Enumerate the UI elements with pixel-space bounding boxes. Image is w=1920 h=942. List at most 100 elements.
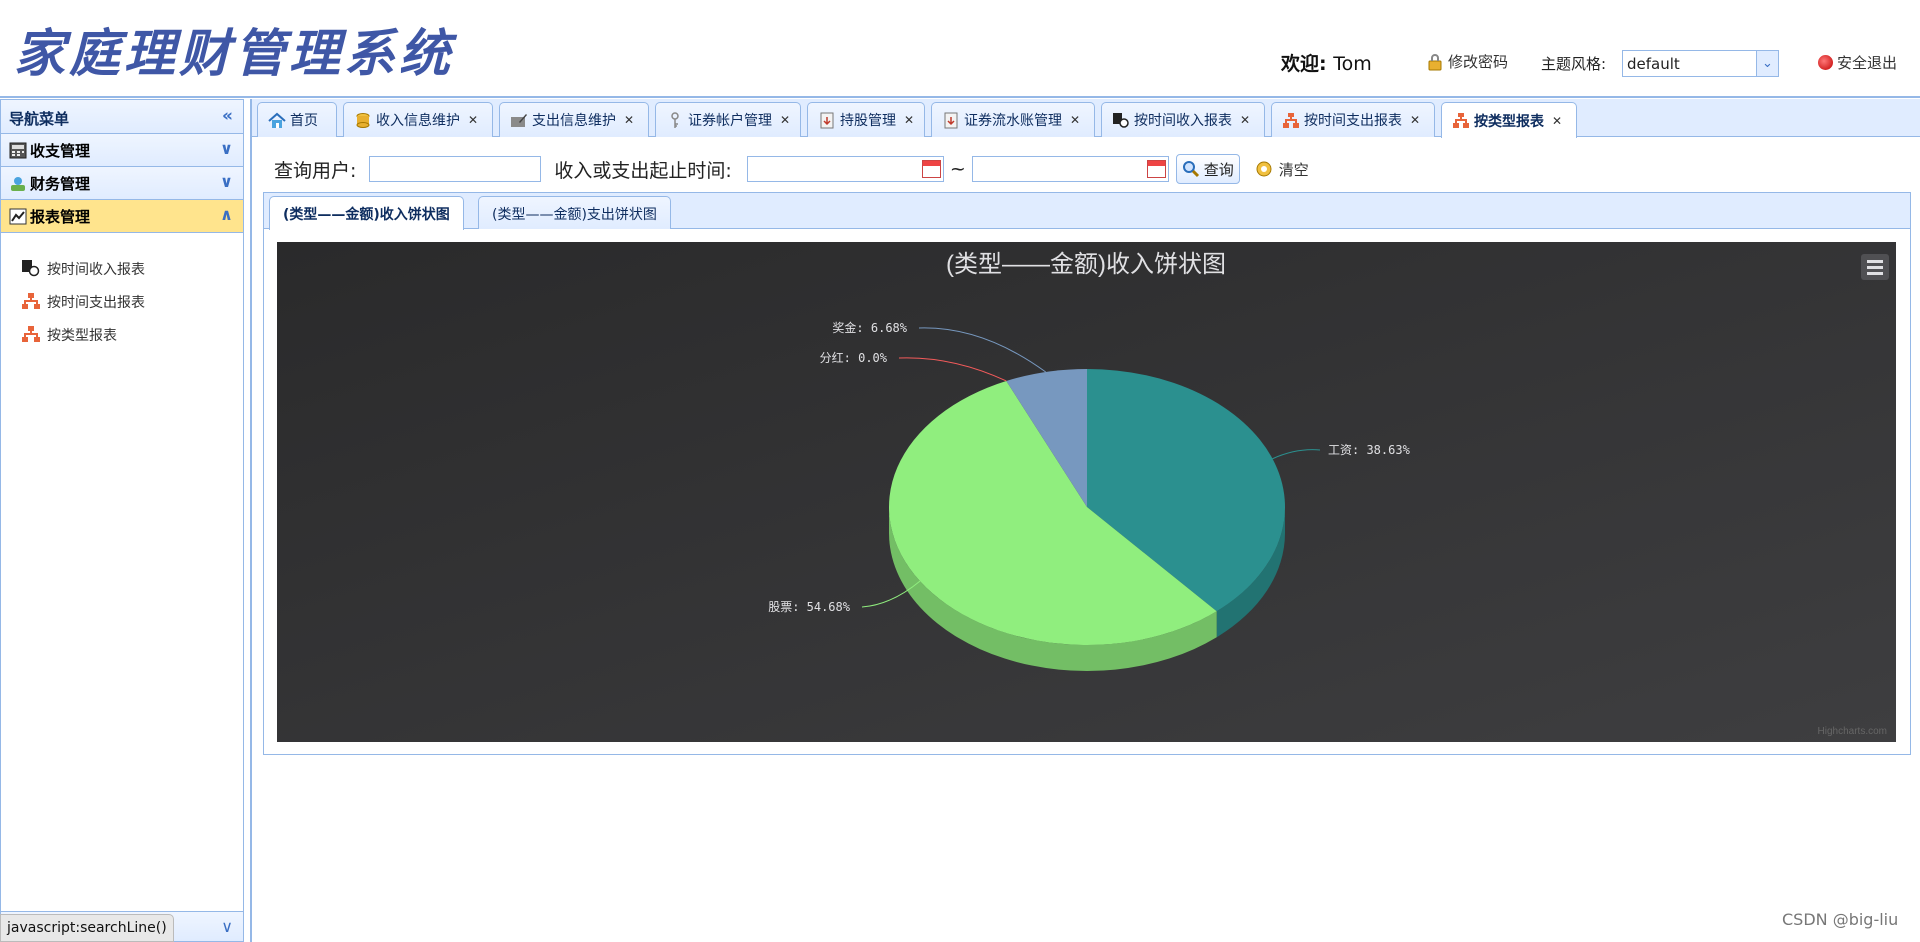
org-chart-icon bbox=[1453, 113, 1469, 128]
tab-label: 证券帐户管理 bbox=[688, 113, 772, 129]
document-icon bbox=[944, 112, 958, 128]
close-icon[interactable]: ✕ bbox=[1240, 113, 1250, 127]
tab-label: 收入信息维护 bbox=[376, 113, 460, 129]
welcome-label: 欢迎: bbox=[1281, 53, 1327, 75]
theme-select[interactable]: default ⌄ bbox=[1622, 50, 1779, 77]
sidebar-item-label: 按时间支出报表 bbox=[47, 294, 145, 311]
main-area: 首页 收入信息维护 ✕ 支出信息维护 ✕ 证券帐户管理 ✕ 持股管理 ✕ 证券流… bbox=[251, 99, 1920, 942]
home-icon bbox=[268, 112, 286, 128]
key-icon bbox=[671, 111, 679, 128]
tab-label: 持股管理 bbox=[840, 113, 896, 129]
main-tab-strip: 首页 收入信息维护 ✕ 支出信息维护 ✕ 证券帐户管理 ✕ 持股管理 ✕ 证券流… bbox=[252, 99, 1920, 138]
calendar-icon[interactable] bbox=[1146, 160, 1166, 178]
sidebar-section-income-expense[interactable]: 收支管理 ∨ bbox=[1, 134, 243, 167]
tab-by-type[interactable]: 按类型报表 ✕ bbox=[1441, 102, 1577, 138]
report-search-icon bbox=[22, 260, 40, 277]
chart-title: (类型——金额)收入饼状图 bbox=[946, 251, 1226, 278]
sidebar-section-label: 报表管理 bbox=[30, 207, 91, 226]
nav-title-label: 导航菜单 bbox=[9, 110, 70, 128]
pie-slices bbox=[888, 369, 1285, 646]
sidebar-item-label: 按时间收入报表 bbox=[47, 261, 145, 278]
layout-splitter[interactable] bbox=[244, 99, 251, 942]
tab-income-pie[interactable]: (类型——金额)收入饼状图 bbox=[269, 196, 464, 230]
logout-link[interactable]: 安全退出 bbox=[1818, 52, 1897, 73]
pie-label-1: 股票: 54.68% bbox=[768, 600, 851, 614]
coins-icon bbox=[356, 112, 370, 128]
org-chart-icon bbox=[22, 326, 40, 342]
app-header: 家庭理财管理系统 欢迎: Tom 修改密码 主题风格: default ⌄ 安全… bbox=[0, 0, 1920, 98]
folder-edit-icon bbox=[511, 113, 527, 127]
tab-home[interactable]: 首页 bbox=[257, 102, 337, 137]
chevron-double-down-icon: ∨ bbox=[220, 139, 233, 158]
sidebar-section-reports[interactable]: 报表管理 ∧ bbox=[1, 200, 243, 233]
context-menu-button[interactable] bbox=[1861, 254, 1889, 280]
logout-icon bbox=[1818, 55, 1833, 70]
report-search-icon bbox=[1113, 112, 1129, 128]
finance-icon bbox=[11, 176, 25, 191]
sidebar-item-by-type[interactable]: 按类型报表 bbox=[1, 318, 243, 351]
report-panel: (类型——金额)收入饼状图 (类型——金额)支出饼状图 (类型——金额)收入饼状… bbox=[263, 192, 1911, 755]
tab-securities-account[interactable]: 证券帐户管理 ✕ bbox=[655, 102, 801, 137]
chevron-double-down-icon: ∨ bbox=[220, 172, 233, 191]
sidebar-item-income-by-time[interactable]: 按时间收入报表 bbox=[1, 252, 243, 285]
tab-expense-pie[interactable]: (类型——金额)支出饼状图 bbox=[478, 196, 671, 229]
close-icon[interactable]: ✕ bbox=[624, 113, 634, 127]
tab-income-maintenance[interactable]: 收入信息维护 ✕ bbox=[343, 102, 493, 137]
chart-icon bbox=[9, 208, 27, 224]
user-label: 查询用户: bbox=[274, 159, 357, 182]
tab-holdings[interactable]: 持股管理 ✕ bbox=[807, 102, 925, 137]
clear-button-label: 清空 bbox=[1278, 160, 1309, 179]
tab-label: 证券流水账管理 bbox=[964, 113, 1062, 129]
inner-tab-strip: (类型——金额)收入饼状图 (类型——金额)支出饼状图 bbox=[264, 193, 1910, 230]
report-menu-list: 按时间收入报表 按时间支出报表 按类型报表 bbox=[1, 233, 243, 351]
lock-icon bbox=[1428, 53, 1442, 70]
query-button[interactable]: 查询 bbox=[1175, 154, 1240, 184]
clear-button[interactable]: 清空 bbox=[1250, 154, 1314, 184]
range-separator: ~ bbox=[949, 158, 966, 180]
query-button-label: 查询 bbox=[1203, 160, 1234, 179]
tab-label: 按时间收入报表 bbox=[1134, 113, 1232, 129]
chevron-double-up-icon: ∧ bbox=[220, 205, 233, 224]
calendar-icon[interactable] bbox=[921, 160, 941, 178]
logout-label: 安全退出 bbox=[1837, 54, 1898, 72]
pie-label-3: 奖金: 6.68% bbox=[832, 320, 907, 335]
search-icon bbox=[1182, 161, 1199, 178]
close-icon[interactable]: ✕ bbox=[468, 113, 478, 127]
chevron-double-down-icon[interactable]: ∨ bbox=[221, 917, 233, 936]
sidebar-item-expense-by-time[interactable]: 按时间支出报表 bbox=[1, 285, 243, 318]
browser-status-bar: javascript:searchLine() bbox=[0, 914, 174, 942]
change-password-link[interactable]: 修改密码 bbox=[1426, 51, 1508, 72]
chevron-down-icon[interactable]: ⌄ bbox=[1756, 51, 1778, 76]
chart-credits: Highcharts.com bbox=[1818, 726, 1887, 737]
start-date-input[interactable] bbox=[746, 156, 944, 182]
tab-income-by-time[interactable]: 按时间收入报表 ✕ bbox=[1101, 102, 1265, 137]
income-pie-chart: (类型——金额)收入饼状图 工资: 38.63% 股票: 54.68% 分红: 0.… bbox=[277, 242, 1896, 742]
nav-title: 导航菜单 « bbox=[1, 100, 243, 134]
close-icon[interactable]: ✕ bbox=[1070, 113, 1080, 127]
close-icon[interactable]: ✕ bbox=[780, 113, 790, 127]
time-range-label: 收入或支出起止时间: bbox=[554, 159, 732, 182]
tab-securities-ledger[interactable]: 证券流水账管理 ✕ bbox=[931, 102, 1095, 137]
sidebar-section-finance[interactable]: 财务管理 ∨ bbox=[1, 167, 243, 200]
tab-expense-by-time[interactable]: 按时间支出报表 ✕ bbox=[1271, 102, 1435, 137]
theme-label: 主题风格: bbox=[1541, 55, 1607, 73]
tab-label: 按类型报表 bbox=[1474, 113, 1544, 130]
sidebar-item-label: 按类型报表 bbox=[47, 327, 117, 344]
calculator-icon bbox=[9, 142, 27, 158]
watermark: CSDN @big-liu bbox=[1782, 910, 1899, 929]
close-icon[interactable]: ✕ bbox=[1410, 113, 1420, 127]
pie-chart-svg: (类型——金额)收入饼状图 工资: 38.63% 股票: 54.68% 分红: 0.… bbox=[277, 242, 1896, 742]
sidebar-section-label: 财务管理 bbox=[30, 174, 91, 193]
close-icon[interactable]: ✕ bbox=[904, 113, 914, 127]
pie-label-0: 工资: 38.63% bbox=[1328, 443, 1411, 457]
change-password-label: 修改密码 bbox=[1448, 53, 1509, 71]
close-icon[interactable]: ✕ bbox=[1552, 114, 1562, 128]
collapse-left-icon[interactable]: « bbox=[222, 106, 233, 126]
search-form: 查询用户: 收入或支出起止时间: ~ 查询 清空 bbox=[274, 153, 1314, 185]
user-input[interactable] bbox=[369, 156, 542, 182]
tab-label: 按时间支出报表 bbox=[1304, 113, 1402, 129]
tab-label: 首页 bbox=[290, 113, 318, 129]
welcome-user: Tom bbox=[1333, 53, 1372, 75]
end-date-input[interactable] bbox=[971, 156, 1169, 182]
tab-expense-maintenance[interactable]: 支出信息维护 ✕ bbox=[499, 102, 649, 137]
